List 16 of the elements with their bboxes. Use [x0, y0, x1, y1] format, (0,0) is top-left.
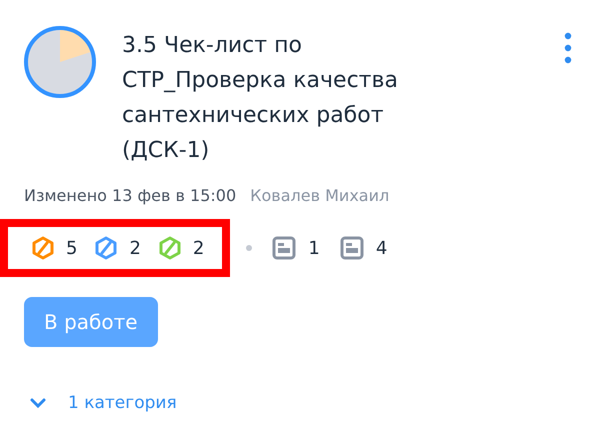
- chevron-icon: [30, 398, 46, 408]
- separator-dot: [246, 245, 252, 251]
- modified-date: Изменено 13 фев в 15:00: [24, 186, 236, 205]
- categories-toggle[interactable]: 1 категория: [24, 393, 177, 413]
- document-icon: [272, 236, 296, 260]
- status-count: 5: [66, 238, 78, 258]
- document-count: 1: [308, 238, 320, 258]
- author-name: Ковалев Михаил: [250, 186, 390, 205]
- document-count: 4: [376, 238, 388, 258]
- more-menu-icon[interactable]: [564, 32, 572, 64]
- progress-pie: [24, 26, 96, 98]
- status-count: 2: [129, 238, 141, 258]
- document-icon: [340, 236, 364, 260]
- checklist-title: 3.5 Чек-лист по СТР_Проверка качества сантехнических работ (ДСК-1): [122, 32, 399, 165]
- status-button[interactable]: В работе: [24, 297, 158, 347]
- status-count: 2: [192, 238, 204, 258]
